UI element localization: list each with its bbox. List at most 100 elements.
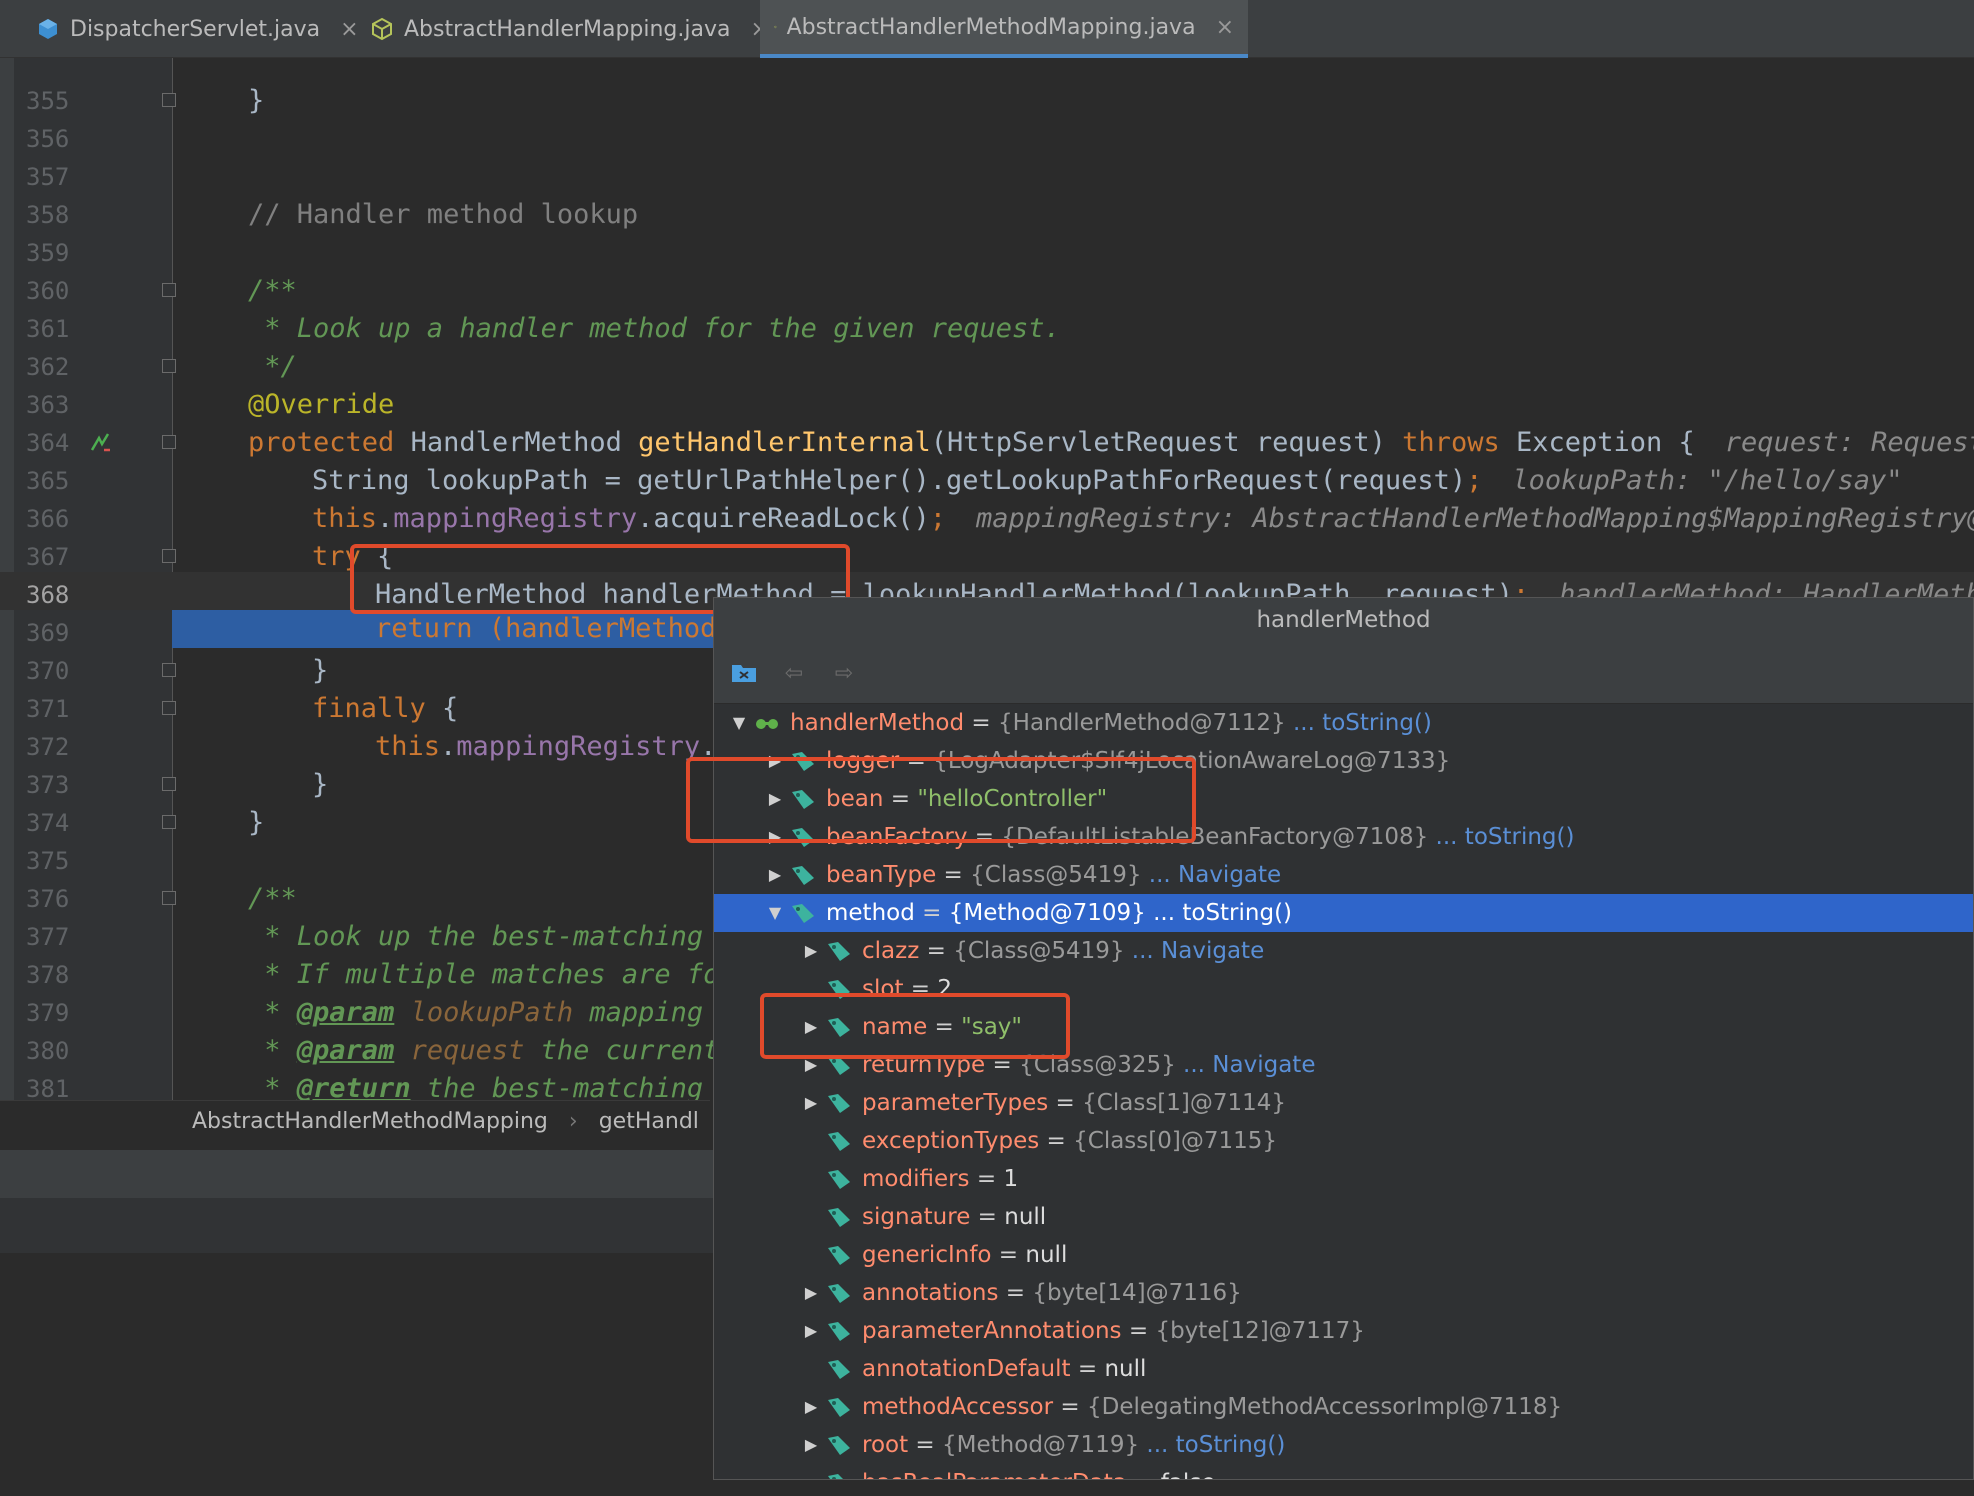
doc-comment: * <box>248 997 297 1028</box>
variable-value: null <box>1104 1356 1147 1382</box>
variable-row-signature[interactable]: signature = null <box>714 1198 1973 1236</box>
collapse-arrow-icon[interactable]: ▼ <box>766 894 784 932</box>
variable-text: parameterAnnotations = {byte[12]@7117} <box>862 1312 1365 1350</box>
keyword: this <box>312 503 378 534</box>
fold-marker[interactable] <box>162 777 176 791</box>
equals-sign: = <box>908 1432 943 1458</box>
variable-row-beanType[interactable]: ▶ beanType = {Class@5419} ... Navigate <box>714 856 1973 894</box>
expand-arrow-icon[interactable]: ▶ <box>766 818 784 856</box>
fold-marker[interactable] <box>162 93 176 107</box>
expand-arrow-icon[interactable]: ▶ <box>766 856 784 894</box>
collapse-arrow-icon[interactable]: ▼ <box>730 704 748 742</box>
variable-inspector-popup[interactable]: handlerMethod ⇦ ⇨ ▼ handlerMethod = {Hand… <box>713 597 1974 1480</box>
fold-marker[interactable] <box>162 891 176 905</box>
field-tag-icon <box>792 790 814 809</box>
value-action-link[interactable]: ... toString() <box>1139 1432 1285 1458</box>
code-line: /** <box>248 880 297 918</box>
code-token: } <box>312 655 329 686</box>
variable-row-annotationDefault[interactable]: annotationDefault = null <box>714 1350 1973 1388</box>
field-tag-icon <box>828 1246 850 1265</box>
arrow-left-icon[interactable]: ⇦ <box>778 657 810 689</box>
expand-arrow-icon[interactable]: ▶ <box>802 1084 820 1122</box>
variable-row-parameterAnnotations[interactable]: ▶ parameterAnnotations = {byte[12]@7117} <box>714 1312 1973 1350</box>
value-action-link[interactable]: ... Navigate <box>1176 1052 1315 1078</box>
breadcrumb-method[interactable]: getHandl <box>599 1109 699 1134</box>
fold-marker[interactable] <box>162 283 176 297</box>
expand-arrow-icon[interactable]: ▶ <box>802 932 820 970</box>
variable-row-root[interactable]: ▶ root = {Method@7119} ... toString() <box>714 1426 1973 1464</box>
variable-value: "helloController" <box>917 786 1108 812</box>
value-action-link[interactable]: ... toString() <box>1286 710 1432 736</box>
arrow-right-icon[interactable]: ⇨ <box>828 657 860 689</box>
variable-value: {byte[12]@7117} <box>1155 1318 1365 1344</box>
variable-row-bean[interactable]: ▶ bean = "helloController" <box>714 780 1973 818</box>
doc-comment: * If multiple matches are fo <box>248 959 720 990</box>
variable-row-parameterTypes[interactable]: ▶ parameterTypes = {Class[1]@7114} <box>714 1084 1973 1122</box>
variable-row-beanFactory[interactable]: ▶ beanFactory = {DefaultListableBeanFacto… <box>714 818 1973 856</box>
variable-row-slot[interactable]: slot = 2 <box>714 970 1973 1008</box>
fold-marker[interactable] <box>162 815 176 829</box>
variable-row-methodAccessor[interactable]: ▶ methodAccessor = {DelegatingMethodAcces… <box>714 1388 1973 1426</box>
expand-arrow-icon[interactable]: ▶ <box>802 1312 820 1350</box>
variable-row-genericInfo[interactable]: genericInfo = null <box>714 1236 1973 1274</box>
expand-arrow-icon[interactable]: ▶ <box>802 1046 820 1084</box>
variable-row-modifiers[interactable]: modifiers = 1 <box>714 1160 1973 1198</box>
equals-sign: = <box>919 938 954 964</box>
expand-arrow-icon[interactable]: ▶ <box>766 742 784 780</box>
variable-value: "say" <box>961 1014 1022 1040</box>
folder-icon[interactable] <box>728 657 760 689</box>
doc-tag: @param <box>296 1035 395 1066</box>
variable-row-hasRealParameterData[interactable]: hasRealParameterData = false <box>714 1464 1973 1479</box>
value-action-link[interactable]: ... toString() <box>1146 900 1292 926</box>
variable-row-annotations[interactable]: ▶ annotations = {byte[14]@7116} <box>714 1274 1973 1312</box>
tab-abstracthandlermapping[interactable]: AbstractHandlerMapping.java × <box>356 0 783 58</box>
value-action-link[interactable]: ... Navigate <box>1125 938 1264 964</box>
popup-title: handlerMethod <box>714 598 1973 643</box>
variable-value: {Class[0]@7115} <box>1073 1128 1278 1154</box>
tab-abstracthandlermethodmapping[interactable]: AbstractHandlerMethodMapping.java × <box>760 0 1248 58</box>
variable-row-name[interactable]: ▶ name = "say" <box>714 1008 1973 1046</box>
variable-value: null <box>1004 1204 1047 1230</box>
close-icon[interactable]: × <box>1216 15 1234 40</box>
tab-dispatcherservlet[interactable]: DispatcherServlet.java × <box>22 0 373 58</box>
fold-marker[interactable] <box>162 359 176 373</box>
value-action-link[interactable]: ... Navigate <box>1141 862 1281 888</box>
variable-text: exceptionTypes = {Class[0]@7115} <box>862 1122 1277 1160</box>
expand-arrow-icon[interactable]: ▶ <box>802 1274 820 1312</box>
variable-row-handlerMethod[interactable]: ▼ handlerMethod = {HandlerMethod@7112} ..… <box>714 704 1973 742</box>
equals-sign: = <box>1121 1318 1156 1344</box>
variable-row-exceptionTypes[interactable]: exceptionTypes = {Class[0]@7115} <box>714 1122 1973 1160</box>
fold-marker[interactable] <box>162 663 176 677</box>
expand-arrow-icon[interactable]: ▶ <box>802 1388 820 1426</box>
value-action-link[interactable]: ... toString() <box>1428 824 1575 850</box>
variable-row-returnType[interactable]: ▶ returnType = {Class@325} ... Navigate <box>714 1046 1973 1084</box>
variable-name: clazz <box>862 938 920 964</box>
variable-row-logger[interactable]: ▶ logger = {LogAdapter$Slf4jLocationAware… <box>714 742 1973 780</box>
breadcrumb-class[interactable]: AbstractHandlerMethodMapping <box>192 1109 548 1134</box>
equals-sign: = <box>927 1014 962 1040</box>
variable-text: returnType = {Class@325} ... Navigate <box>862 1046 1315 1084</box>
variable-row-method[interactable]: ▼ method = {Method@7109} ... toString() <box>714 894 1973 932</box>
expand-arrow-icon[interactable]: ▶ <box>802 1426 820 1464</box>
code-token: ; <box>1466 465 1483 496</box>
override-method-icon[interactable] <box>88 430 114 456</box>
fold-marker[interactable] <box>162 701 176 715</box>
fold-marker[interactable] <box>162 549 176 563</box>
expand-arrow-icon[interactable]: ▶ <box>802 1008 820 1046</box>
code-line: } <box>312 652 328 690</box>
code-line: * @param lookupPath mapping <box>248 994 703 1032</box>
variable-name: bean <box>826 786 884 812</box>
equals-sign: = <box>998 1280 1033 1306</box>
expand-arrow-icon[interactable]: ▶ <box>766 780 784 818</box>
variable-row-clazz[interactable]: ▶ clazz = {Class@5419} ... Navigate <box>714 932 1973 970</box>
code-token: ; <box>929 503 947 534</box>
code-token: String lookupPath = getUrlPathHelper().g… <box>312 465 1467 496</box>
code-line: } <box>248 804 264 842</box>
bottom-panel-header <box>0 1150 720 1198</box>
code-line: String lookupPath = getUrlPathHelper().g… <box>312 462 1903 500</box>
code-line: /** <box>248 272 297 310</box>
line-number: 365 <box>26 467 70 495</box>
variable-name: hasRealParameterData <box>862 1470 1127 1479</box>
fold-marker[interactable] <box>162 435 176 449</box>
keyword: this <box>375 731 441 762</box>
